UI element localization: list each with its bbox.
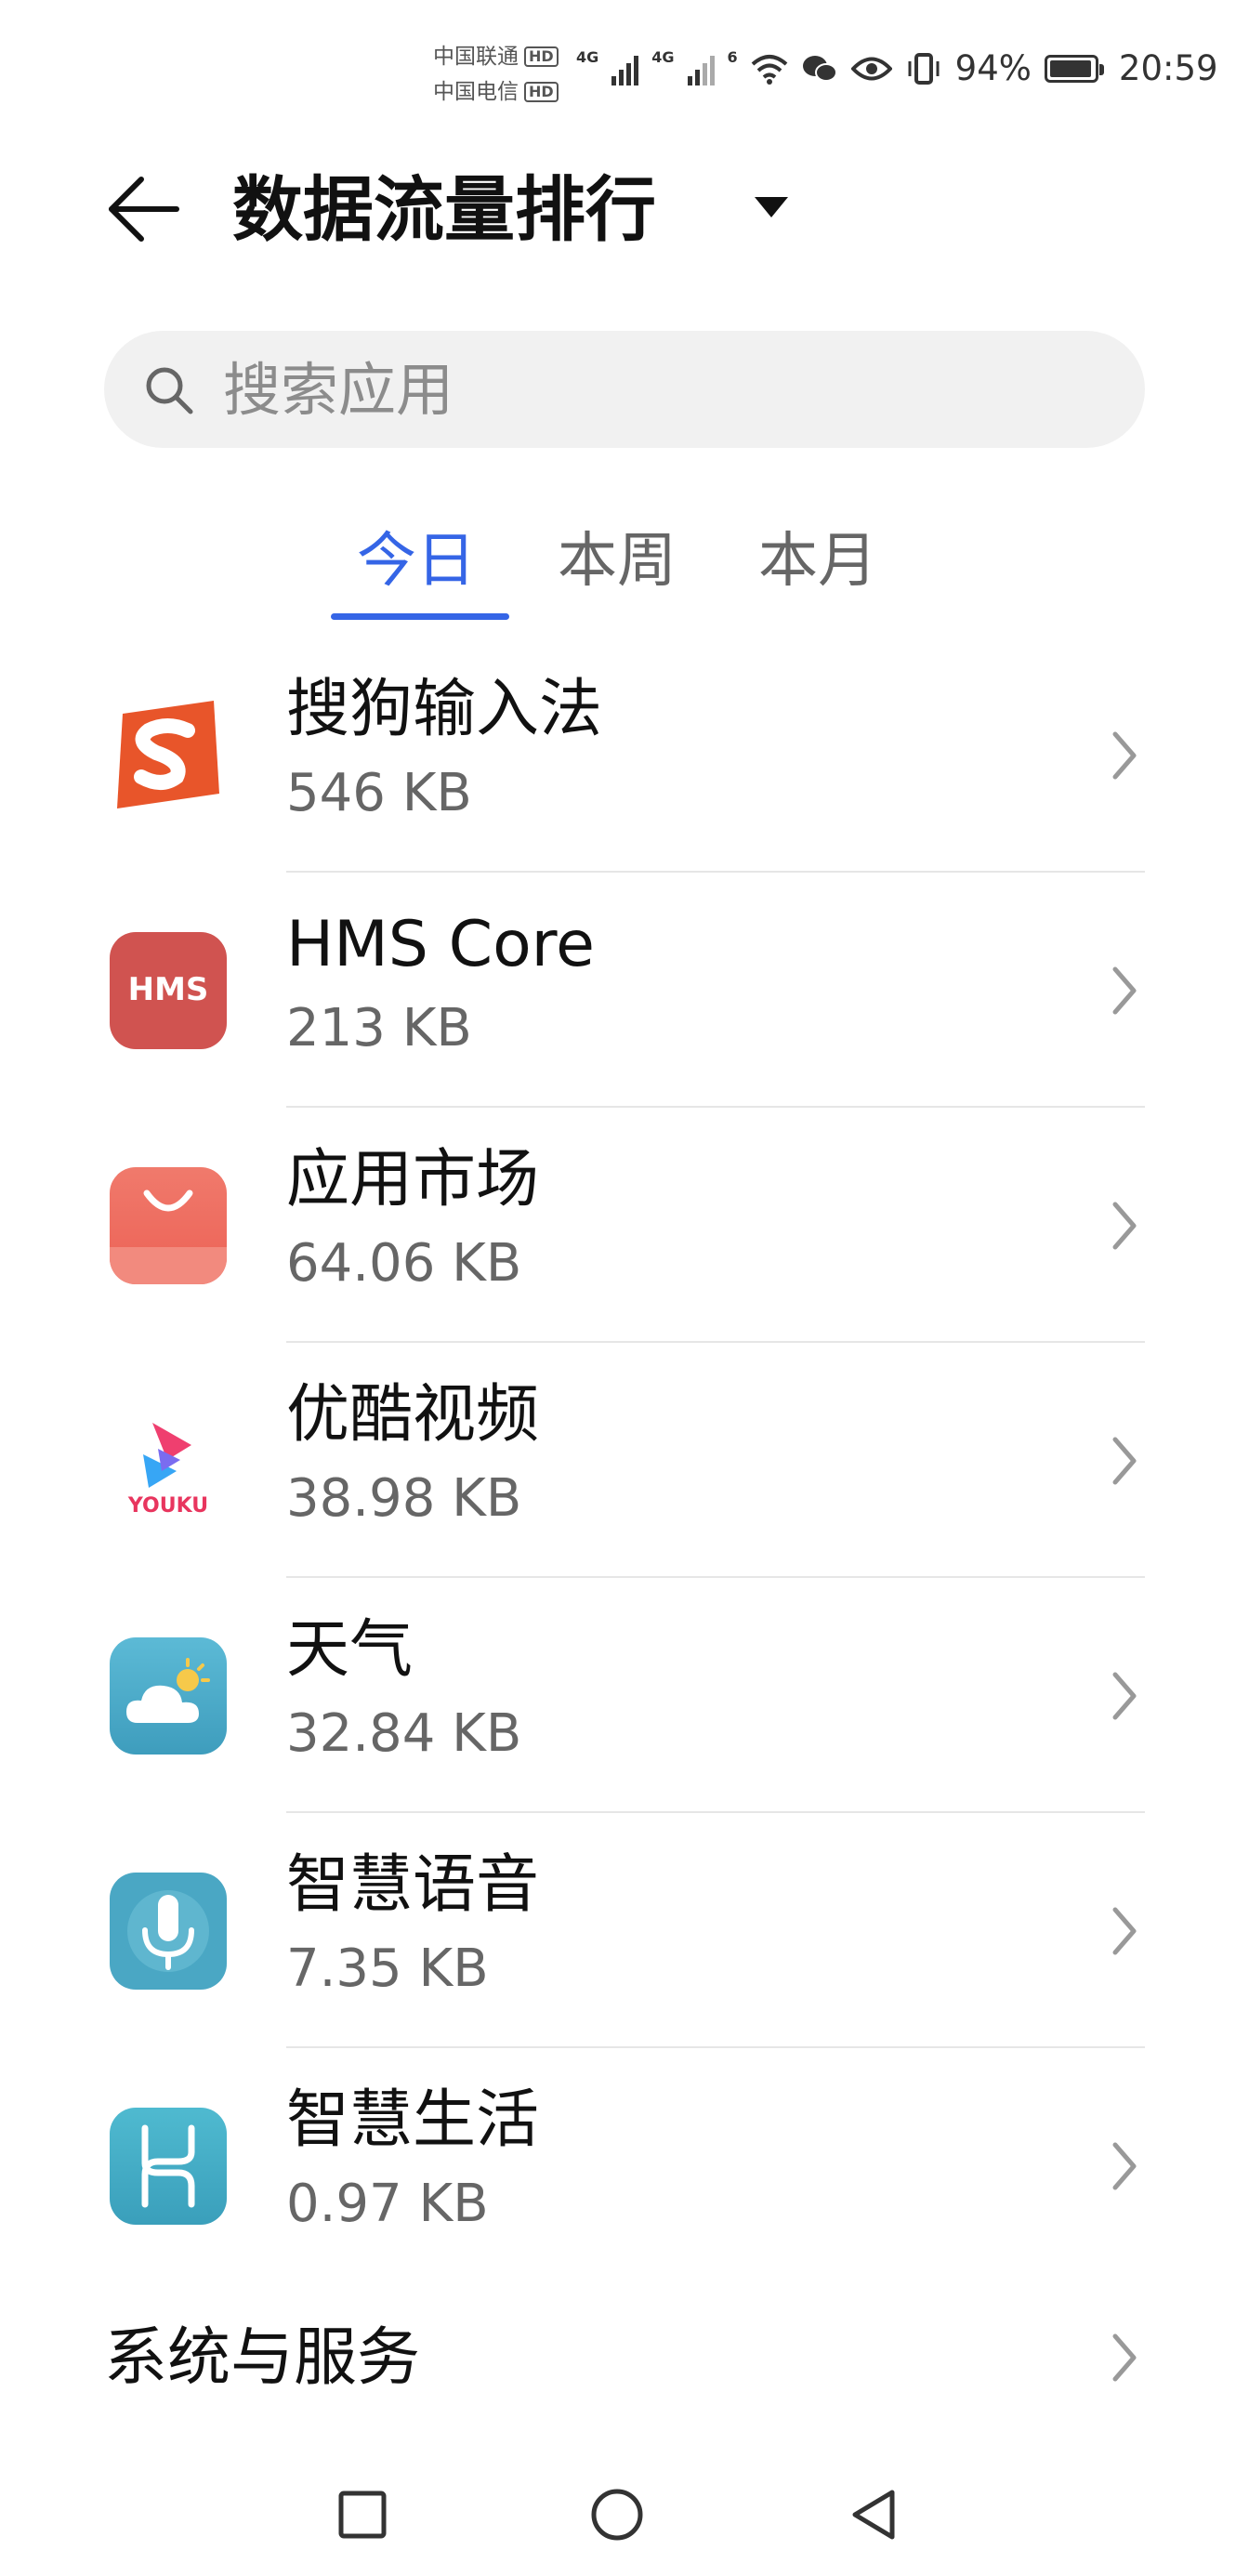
youku-icon-text: YOUKU — [127, 1494, 208, 1518]
recents-button[interactable] — [316, 2453, 409, 2576]
data-usage: 546 KB — [286, 763, 472, 823]
period-tabs: 今日 本周 本月 — [0, 520, 1249, 623]
eye-icon — [850, 57, 892, 80]
search-icon — [146, 367, 193, 414]
sogou-icon — [110, 697, 227, 814]
square-icon — [338, 2491, 387, 2539]
carrier-2: 中国电信 — [433, 80, 519, 104]
chevron-right-icon — [1112, 1672, 1137, 1720]
list-item-smart-life[interactable]: 智慧生活 0.97 KB — [0, 2048, 1249, 2283]
hd-badge: HD — [524, 46, 559, 67]
network-type-1: 4G — [576, 48, 599, 66]
chevron-right-icon — [1112, 731, 1137, 780]
active-tab-indicator — [331, 613, 509, 620]
weather-icon — [110, 1637, 227, 1755]
tab-this-week[interactable]: 本周 — [558, 520, 677, 602]
tab-today[interactable]: 今日 — [357, 520, 476, 602]
list-item-sogou[interactable]: 搜狗输入法 546 KB — [0, 637, 1249, 873]
signal-icon — [611, 52, 639, 85]
signal-icon — [687, 52, 715, 85]
status-icons: 4G 4G 6 94% 20:59 — [576, 48, 1218, 88]
search-bar[interactable] — [104, 331, 1145, 448]
hd-badge: HD — [524, 82, 559, 102]
app-name: 搜狗输入法 — [286, 673, 603, 746]
caret-down-icon[interactable] — [755, 197, 788, 217]
hms-core-icon: HMS — [110, 932, 227, 1049]
network-type-2: 4G — [651, 48, 675, 66]
list-item-weather[interactable]: 天气 32.84 KB — [0, 1578, 1249, 1813]
voice-assistant-icon — [110, 1873, 227, 1990]
arrow-left-icon — [109, 177, 179, 242]
battery-icon — [1044, 54, 1104, 83]
app-name: 优酷视频 — [286, 1378, 540, 1452]
youku-icon: YOUKU — [110, 1402, 227, 1519]
carrier-1: 中国联通 — [433, 45, 519, 69]
battery-percent: 94% — [954, 48, 1032, 88]
system-services-row[interactable]: 系统与服务 — [0, 2284, 1249, 2433]
back-button[interactable] — [102, 167, 186, 251]
wifi-generation: 6 — [727, 48, 738, 66]
page-title: 数据流量排行 — [232, 168, 656, 251]
app-market-icon — [110, 1167, 227, 1284]
chevron-right-icon — [1112, 2142, 1137, 2190]
data-usage: 7.35 KB — [286, 1939, 489, 1999]
home-button[interactable] — [571, 2453, 664, 2576]
list-item-voice-assistant[interactable]: 智慧语音 7.35 KB — [0, 1813, 1249, 2048]
list-item-youku[interactable]: YOUKU 优酷视频 38.98 KB — [0, 1343, 1249, 1578]
wechat-icon — [802, 55, 837, 82]
chevron-right-icon — [1112, 1202, 1137, 1250]
chevron-right-icon — [1112, 1437, 1137, 1485]
data-usage: 0.97 KB — [286, 2174, 489, 2234]
status-bar: 中国联通 HD 中国电信 HD 4G 4G 6 94% 20:59 — [0, 0, 1249, 139]
data-usage: 213 KB — [286, 998, 472, 1058]
system-services-label: 系统与服务 — [104, 2321, 421, 2395]
search-input[interactable] — [223, 331, 1059, 448]
tab-this-month[interactable]: 本月 — [758, 520, 877, 602]
chevron-right-icon — [1112, 1907, 1137, 1955]
triangle-back-icon — [852, 2490, 895, 2540]
carrier-info: 中国联通 HD 中国电信 HD — [433, 39, 559, 110]
app-usage-list: 搜狗输入法 546 KB HMS HMS Core 213 KB 应用市场 64… — [0, 637, 1249, 2283]
data-usage: 38.98 KB — [286, 1468, 522, 1529]
hms-icon-text: HMS — [128, 971, 209, 1008]
list-item-hms-core[interactable]: HMS HMS Core 213 KB — [0, 873, 1249, 1108]
smart-life-icon — [110, 2108, 227, 2225]
data-usage: 64.06 KB — [286, 1233, 522, 1294]
list-item-app-market[interactable]: 应用市场 64.06 KB — [0, 1108, 1249, 1343]
wifi-icon — [751, 54, 787, 85]
app-name: 智慧生活 — [286, 2083, 540, 2157]
app-name: HMS Core — [286, 908, 595, 981]
vibrate-icon — [908, 52, 940, 85]
back-nav-button[interactable] — [827, 2453, 920, 2576]
chevron-right-icon — [1112, 2333, 1137, 2382]
app-name: 天气 — [286, 1613, 414, 1687]
app-name: 应用市场 — [286, 1143, 540, 1216]
navigation-bar — [0, 2453, 1249, 2576]
data-usage: 32.84 KB — [286, 1703, 522, 1764]
clock: 20:59 — [1118, 48, 1218, 88]
app-name: 智慧语音 — [286, 1848, 540, 1922]
chevron-right-icon — [1112, 966, 1137, 1015]
circle-icon — [591, 2489, 643, 2541]
